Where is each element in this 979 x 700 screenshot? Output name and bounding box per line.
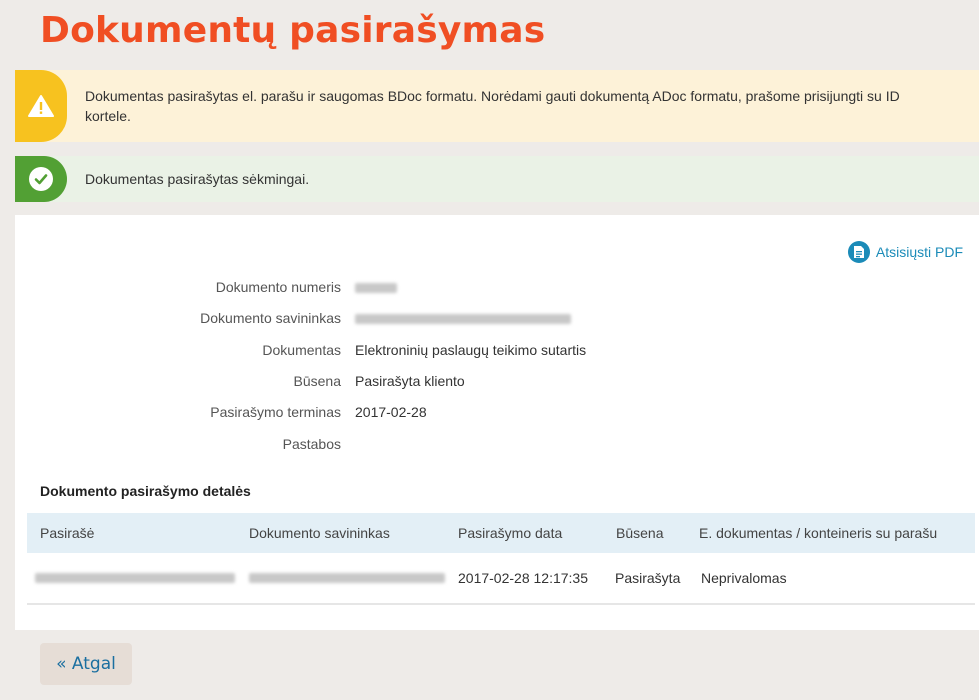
document-label: Dokumentas bbox=[262, 342, 341, 358]
owner-value-row bbox=[249, 573, 445, 583]
container-value: Neprivalomas bbox=[701, 570, 787, 586]
document-value: Elektroninių paslaugų teikimo sutartis bbox=[355, 342, 587, 358]
table-row: 2017-02-28 12:17:35 Pasirašyta Neprivalo… bbox=[27, 553, 975, 605]
table-header: Pasirašė Dokumento savininkas Pasirašymo… bbox=[27, 513, 975, 553]
download-pdf-link[interactable]: Atsisiųsti PDF bbox=[847, 241, 963, 263]
detail-number: Dokumento numeris bbox=[15, 273, 979, 303]
status-label: Būsena bbox=[293, 373, 341, 389]
success-alert: Dokumentas pasirašytas sėkmingai. bbox=[15, 156, 979, 202]
status-value: Pasirašyta kliento bbox=[355, 373, 465, 389]
check-icon bbox=[29, 167, 53, 191]
deadline-value: 2017-02-28 bbox=[355, 404, 427, 420]
page-title: Dokumentų pasirašymas bbox=[40, 10, 546, 51]
deadline-label: Pasirašymo terminas bbox=[210, 404, 341, 420]
header-status: Būsena bbox=[616, 525, 664, 541]
number-label: Dokumento numeris bbox=[215, 279, 341, 295]
download-pdf-label[interactable]: Atsisiųsti PDF bbox=[876, 244, 963, 260]
header-date: Pasirašymo data bbox=[458, 525, 563, 541]
detail-status: Būsena Pasirašyta kliento bbox=[15, 367, 979, 397]
warning-message: Dokumentas pasirašytas el. parašu ir sau… bbox=[85, 88, 900, 124]
back-button[interactable]: « Atgal bbox=[40, 643, 132, 685]
warning-badge bbox=[15, 70, 67, 142]
pdf-icon bbox=[847, 241, 870, 263]
header-signer: Pasirašė bbox=[40, 525, 95, 541]
status-value-row: Pasirašyta bbox=[615, 570, 681, 586]
detail-notes: Pastabos bbox=[15, 430, 979, 460]
detail-deadline: Pasirašymo terminas 2017-02-28 bbox=[15, 398, 979, 428]
owner-value bbox=[355, 310, 571, 326]
signing-table: Pasirašė Dokumento savininkas Pasirašymo… bbox=[27, 513, 975, 605]
section-title: Dokumento pasirašymo detalės bbox=[40, 483, 251, 499]
header-container: E. dokumentas / konteineris su parašu bbox=[699, 525, 938, 541]
success-message: Dokumentas pasirašytas sėkmingai. bbox=[85, 171, 310, 187]
number-value bbox=[355, 279, 397, 295]
footer bbox=[0, 630, 979, 700]
detail-owner: Dokumento savininkas bbox=[15, 304, 979, 334]
document-card: Atsisiųsti PDF Dokumento numeris Dokumen… bbox=[15, 215, 979, 630]
detail-document: Dokumentas Elektroninių paslaugų teikimo… bbox=[15, 336, 979, 366]
warning-icon bbox=[28, 95, 54, 117]
success-badge bbox=[15, 156, 67, 202]
notes-label: Pastabos bbox=[282, 436, 341, 452]
header-owner: Dokumento savininkas bbox=[249, 525, 390, 541]
date-value: 2017-02-28 12:17:35 bbox=[458, 570, 588, 586]
owner-label: Dokumento savininkas bbox=[200, 310, 341, 326]
warning-alert: Dokumentas pasirašytas el. parašu ir sau… bbox=[15, 70, 979, 142]
signer-value bbox=[35, 573, 235, 583]
